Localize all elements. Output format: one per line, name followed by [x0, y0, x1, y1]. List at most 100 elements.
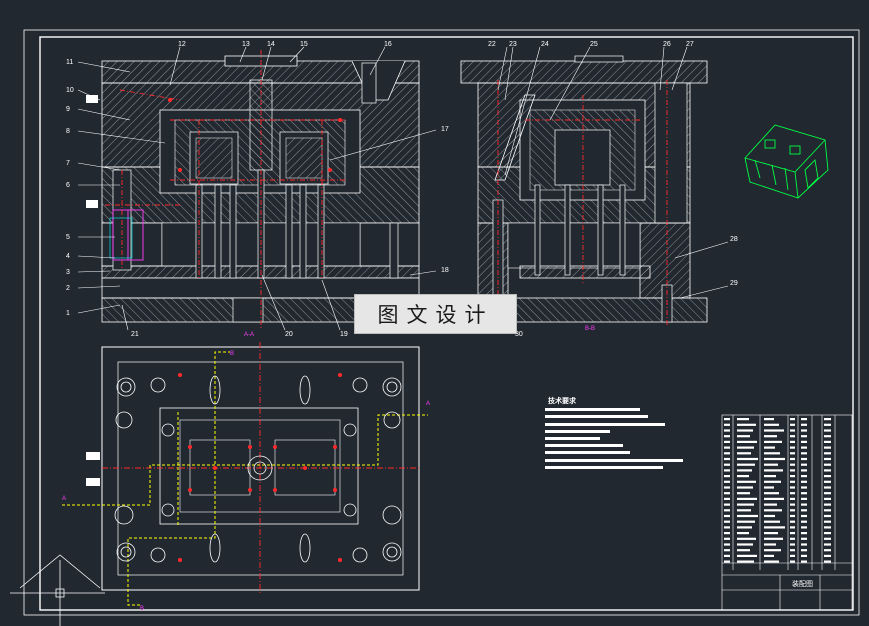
bom-cell [724, 509, 730, 512]
bom-rows [724, 418, 831, 563]
bom-cell [824, 509, 831, 512]
bom-cell [724, 475, 730, 478]
bom-cell [764, 475, 776, 478]
bom-cell [824, 520, 831, 523]
bom-cell [724, 526, 730, 529]
watermark-text: 图文设计 [377, 303, 494, 327]
bom-cell [724, 520, 730, 523]
bom-cell [737, 469, 752, 472]
bom-cell [824, 435, 831, 438]
bom-cell [737, 463, 755, 466]
bom-cell [737, 503, 754, 506]
bom-cell [801, 480, 807, 483]
bom-cell [737, 537, 756, 540]
bom-cell [737, 486, 753, 489]
bom-cell [737, 520, 755, 523]
bom-cell [724, 532, 730, 535]
bom-cell [724, 554, 730, 557]
bom-cell [764, 509, 782, 512]
callout-19: 19 [340, 331, 348, 338]
bom-cell [764, 526, 785, 529]
tech-requirements-lines [545, 408, 683, 469]
isometric-part [744, 124, 829, 199]
bom-cell [724, 469, 730, 472]
bom-cell [737, 452, 751, 455]
bom-cell [764, 457, 785, 461]
bom-cell [790, 452, 795, 455]
bom-cell [764, 480, 781, 483]
bom-cell [724, 560, 730, 563]
bom-cell [790, 423, 795, 426]
callout-13: 13 [242, 41, 250, 48]
callout-20: 20 [285, 331, 293, 338]
callout-10: 10 [66, 87, 74, 94]
bom-cell [764, 537, 783, 540]
bom-cell [737, 446, 754, 449]
bom-cell [801, 418, 807, 421]
bom-cell [764, 492, 779, 495]
bom-cell [824, 537, 831, 540]
callout-29: 29 [730, 280, 738, 287]
bom-cell [737, 480, 756, 483]
bom-cell [824, 486, 831, 489]
bom-cell [790, 520, 795, 523]
bom-cell [724, 537, 730, 540]
bom-cell [764, 440, 782, 443]
bom-cell [801, 520, 807, 523]
bom-cell [764, 532, 778, 535]
callout-27: 27 [686, 41, 694, 48]
callout-1: 1 [66, 310, 70, 317]
bom-cell [724, 446, 730, 449]
bom-cell [790, 435, 795, 438]
bom-cell [790, 475, 795, 478]
bom-cell [801, 514, 807, 518]
bom-cell [790, 457, 795, 461]
bom-cell [801, 497, 807, 500]
bom-cell [724, 429, 730, 432]
bom-cell [764, 446, 775, 449]
callout-23: 23 [509, 41, 517, 48]
tech-requirements-title: 技术要求 [548, 397, 576, 405]
bom-cell [737, 543, 753, 546]
section-label-b: B-B [585, 326, 595, 332]
section-view-left [86, 50, 420, 330]
bom-cell [790, 532, 795, 535]
bom-cell [764, 486, 774, 489]
bom-cell [737, 423, 756, 426]
bom-cell [764, 503, 777, 506]
callout-25: 25 [590, 41, 598, 48]
bom-cell [737, 435, 750, 438]
bom-cell [764, 418, 774, 421]
callout-6: 6 [66, 182, 70, 189]
bom-cell [724, 514, 730, 518]
callout-26: 26 [663, 41, 671, 48]
bom-cell [824, 514, 831, 518]
bom-cell [790, 537, 795, 540]
bom-cell [737, 457, 758, 461]
bom-cell [801, 429, 807, 432]
bom-cell [724, 435, 730, 438]
bom-cell [724, 486, 730, 489]
bom-cell [824, 492, 831, 495]
bom-cell [824, 549, 831, 552]
bom-cell [764, 560, 779, 563]
bom-cell [764, 463, 778, 466]
bom-cell [737, 526, 752, 529]
bom-cell [824, 418, 831, 421]
callout-21: 21 [131, 331, 139, 338]
bom-cell [737, 532, 749, 535]
bom-cell [790, 429, 795, 432]
bom-cell [790, 463, 795, 466]
callout-8: 8 [66, 128, 70, 135]
bom-cell [801, 452, 807, 455]
bom-cell [801, 446, 807, 449]
bom-cell [724, 452, 730, 455]
bom-cell [737, 475, 749, 478]
bom-cell [764, 520, 780, 523]
bom-cell [824, 452, 831, 455]
bom-cell [824, 532, 831, 535]
bom-cell [724, 497, 730, 500]
bom-cell [724, 543, 730, 546]
section-view-right [460, 55, 708, 325]
callout-18: 18 [441, 267, 449, 274]
